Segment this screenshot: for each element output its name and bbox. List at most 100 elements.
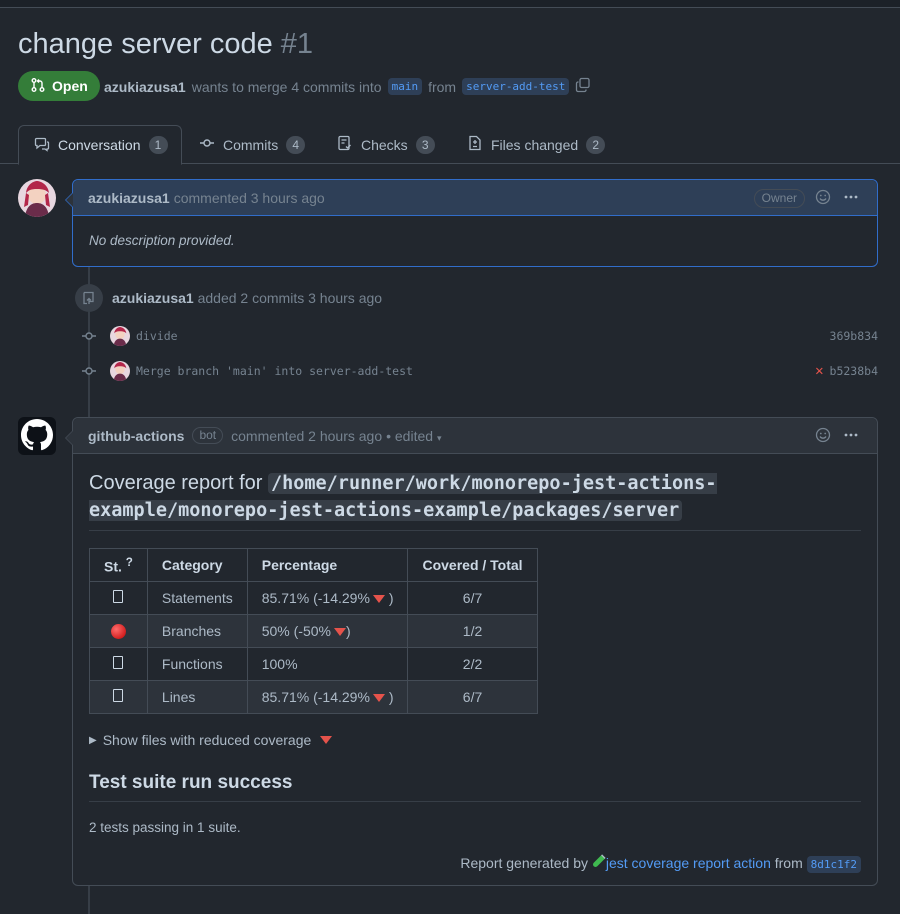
table-row: Branches 50% (-50%) 1/2 <box>89 614 538 648</box>
table-row: Lines 85.71% (-14.29% ) 6/7 <box>89 680 538 714</box>
status-cell <box>89 647 148 681</box>
red-triangle-down-icon <box>320 736 333 744</box>
table-header-row: St. ? Category Percentage Covered / Tota… <box>89 548 538 582</box>
comment-card: github-actions bot commented 2 hours ago… <box>65 417 878 887</box>
kebab-horizontal-icon[interactable] <box>843 189 859 208</box>
pr-tabs: Conversation 1 Commits 4 Checks 3 Files … <box>0 125 900 165</box>
comment-body: Coverage report for /home/runner/work/mo… <box>73 454 877 887</box>
comment-arrow <box>65 430 73 446</box>
commit-message[interactable]: Merge branch 'main' into server-add-test <box>136 364 413 378</box>
tab-conversation[interactable]: Conversation 1 <box>18 125 182 165</box>
comment-body: No description provided. <box>89 233 235 248</box>
table-header: Category <box>146 548 248 582</box>
tab-label: Files changed <box>491 136 579 153</box>
checklist-icon <box>337 135 353 154</box>
comment-actions <box>815 189 859 208</box>
smiley-icon[interactable] <box>815 189 831 208</box>
percentage-value: 100% <box>261 656 298 672</box>
commits-event: azukiazusa1 added 2 commits 3 hours ago <box>112 290 382 306</box>
commit-message[interactable]: divide <box>136 329 178 343</box>
red-triangle-down-icon <box>372 694 385 703</box>
table-row: Statements 85.71% (-14.29% ) 6/7 <box>89 581 538 615</box>
git-commit-icon <box>80 363 98 379</box>
category-cell: Lines <box>146 680 248 714</box>
github-actions-avatar[interactable] <box>18 417 56 455</box>
commit-sha: ✕ b5238b4 <box>815 363 878 379</box>
git-commit-icon <box>80 328 98 344</box>
head-branch[interactable]: server-add-test <box>462 78 570 95</box>
pr-number: #1 <box>280 28 314 60</box>
pull-request-icon <box>30 77 46 96</box>
percentage-value: 85.71% (-14.29% <box>261 590 370 606</box>
pr-meta: azukiazusa1 wants to merge 4 commits int… <box>104 77 591 96</box>
comment-action[interactable]: commented 3 hours ago <box>174 190 325 206</box>
commit-icon <box>199 135 215 154</box>
github-mark-icon <box>21 418 53 454</box>
avatar[interactable] <box>110 326 130 346</box>
percentage-cell: 100% <box>246 647 409 681</box>
avatar[interactable] <box>18 179 56 217</box>
base-branch[interactable]: main <box>387 78 423 95</box>
copy-icon[interactable] <box>575 77 591 96</box>
commit-row: divide 369b834 <box>80 324 878 348</box>
footer-from: from <box>774 855 803 871</box>
header-label: St. <box>104 558 122 575</box>
bot-badge: bot <box>192 427 224 444</box>
tab-counter: 1 <box>148 136 168 154</box>
pr-author-link[interactable]: azukiazusa1 <box>104 79 186 95</box>
tab-files-changed[interactable]: Files changed 2 <box>467 125 606 164</box>
status-cell <box>89 581 148 615</box>
file-diff-icon <box>467 135 483 154</box>
edited-label: • edited <box>386 427 434 444</box>
tab-commits[interactable]: Commits 4 <box>199 125 306 164</box>
red-triangle-down-icon <box>372 595 385 604</box>
table-header: Covered / Total <box>407 548 538 582</box>
category-cell: Branches <box>146 614 248 648</box>
details-summary: Show files with reduced coverage <box>102 732 312 748</box>
tab-checks[interactable]: Checks 3 <box>337 125 435 164</box>
commit-sha-link[interactable]: 369b834 <box>830 329 878 343</box>
edited-dropdown[interactable]: • edited ▾ <box>386 428 441 444</box>
table-row: Functions 100% 2/2 <box>89 647 538 681</box>
covered-cell: 6/7 <box>407 680 538 714</box>
smiley-icon[interactable] <box>815 427 831 446</box>
tab-counter: 4 <box>286 135 306 154</box>
percentage-close: ) <box>346 623 351 639</box>
avatar[interactable] <box>110 361 130 381</box>
comment-actions <box>815 427 859 446</box>
pr-title: change server code <box>18 28 273 60</box>
tab-counter: 2 <box>586 135 606 154</box>
comment-author[interactable]: azukiazusa1 <box>88 190 170 206</box>
x-icon[interactable]: ✕ <box>815 363 823 379</box>
suite-heading: Test suite run success <box>89 772 861 802</box>
coverage-table: St. ? Category Percentage Covered / Tota… <box>89 548 538 714</box>
event-author[interactable]: azukiazusa1 <box>112 290 194 306</box>
tab-label: Commits <box>223 136 279 153</box>
action-link[interactable]: jest coverage report action <box>606 855 771 871</box>
category-cell: Statements <box>146 581 248 615</box>
question-link[interactable]: ? <box>126 556 133 569</box>
footer-sha[interactable]: 8d1c1f2 <box>806 856 861 873</box>
reduced-coverage-details[interactable]: ▶ Show files with reduced coverage <box>89 732 861 748</box>
table-header: Percentage <box>246 548 409 582</box>
comment-author[interactable]: github-actions <box>88 428 184 444</box>
comment-header: github-actions bot commented 2 hours ago… <box>73 418 877 454</box>
page-title: change server code #1 <box>18 28 313 61</box>
comment-arrow <box>65 192 73 208</box>
tab-counter: 3 <box>415 135 435 154</box>
covered-cell: 1/2 <box>407 614 538 648</box>
owner-badge: Owner <box>753 189 805 208</box>
repo-push-icon <box>75 284 103 312</box>
triangle-right-icon: ▶ <box>89 734 97 746</box>
tab-label: Conversation <box>58 137 141 153</box>
coverage-heading: Coverage report for /home/runner/work/mo… <box>89 470 861 531</box>
commit-sha: 369b834 <box>830 329 878 343</box>
test-tube-icon <box>592 854 606 871</box>
comment-action[interactable]: commented 2 hours ago <box>231 428 382 444</box>
comment-card: azukiazusa1 commented 3 hours ago Owner … <box>65 179 878 267</box>
status-label: Open <box>52 78 88 94</box>
status-cell <box>89 680 148 714</box>
kebab-horizontal-icon[interactable] <box>843 427 859 446</box>
commit-sha-link[interactable]: b5238b4 <box>830 364 878 378</box>
comment-header: azukiazusa1 commented 3 hours ago Owner <box>73 180 877 216</box>
